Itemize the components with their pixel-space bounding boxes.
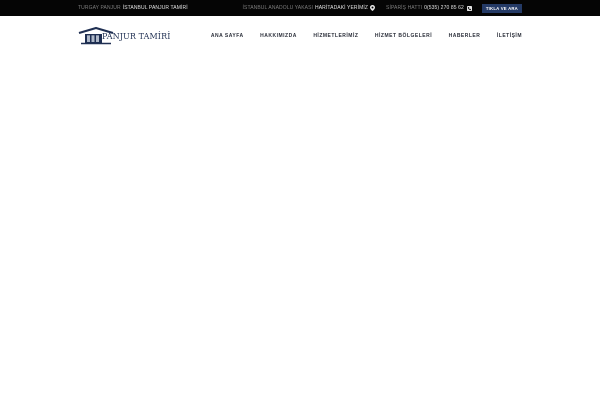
main-nav: ANA SAYFA HAKKIMIZDA HİZMETLERİMİZ HİZME… <box>211 16 522 56</box>
main-content-area <box>0 56 600 400</box>
site-logo[interactable]: PANJUR TAMİRİ <box>78 26 176 46</box>
top-bar-brand: TURGAY PANJUR İSTANBUL PANJUR TAMİRİ <box>78 0 188 16</box>
nav-home[interactable]: ANA SAYFA <box>211 33 244 39</box>
site-header: PANJUR TAMİRİ ANA SAYFA HAKKIMIZDA HİZME… <box>0 16 600 56</box>
phone-info: SİPARİŞ HATTI 0(535) 270 85 62 <box>386 5 472 11</box>
nav-about[interactable]: HAKKIMIZDA <box>260 33 297 39</box>
call-button[interactable]: TIKLA VE ARA <box>481 3 522 13</box>
map-link[interactable]: HARİTADAKİ YERİMİZ <box>315 5 368 11</box>
location-prefix: İSTANBUL ANADOLU YAKASI <box>242 5 313 11</box>
phone-icon <box>466 5 472 11</box>
map-marker-icon <box>370 5 376 11</box>
nav-contact[interactable]: İLETİŞİM <box>497 33 522 39</box>
phone-number[interactable]: 0(535) 270 85 62 <box>424 5 464 11</box>
top-bar: TURGAY PANJUR İSTANBUL PANJUR TAMİRİ İST… <box>0 0 600 16</box>
nav-services[interactable]: HİZMETLERİMİZ <box>313 33 358 39</box>
top-bar-contact: İSTANBUL ANADOLU YAKASI HARİTADAKİ YERİM… <box>243 0 522 16</box>
brand-prefix: TURGAY PANJUR <box>78 5 121 11</box>
logo-text: PANJUR TAMİRİ <box>102 31 171 41</box>
brand-title: İSTANBUL PANJUR TAMİRİ <box>122 5 188 11</box>
nav-service-areas[interactable]: HİZMET BÖLGELERİ <box>375 33 432 39</box>
nav-news[interactable]: HABERLER <box>449 33 481 39</box>
phone-prefix: SİPARİŞ HATTI <box>386 5 423 11</box>
location-info: İSTANBUL ANADOLU YAKASI HARİTADAKİ YERİM… <box>243 5 376 11</box>
